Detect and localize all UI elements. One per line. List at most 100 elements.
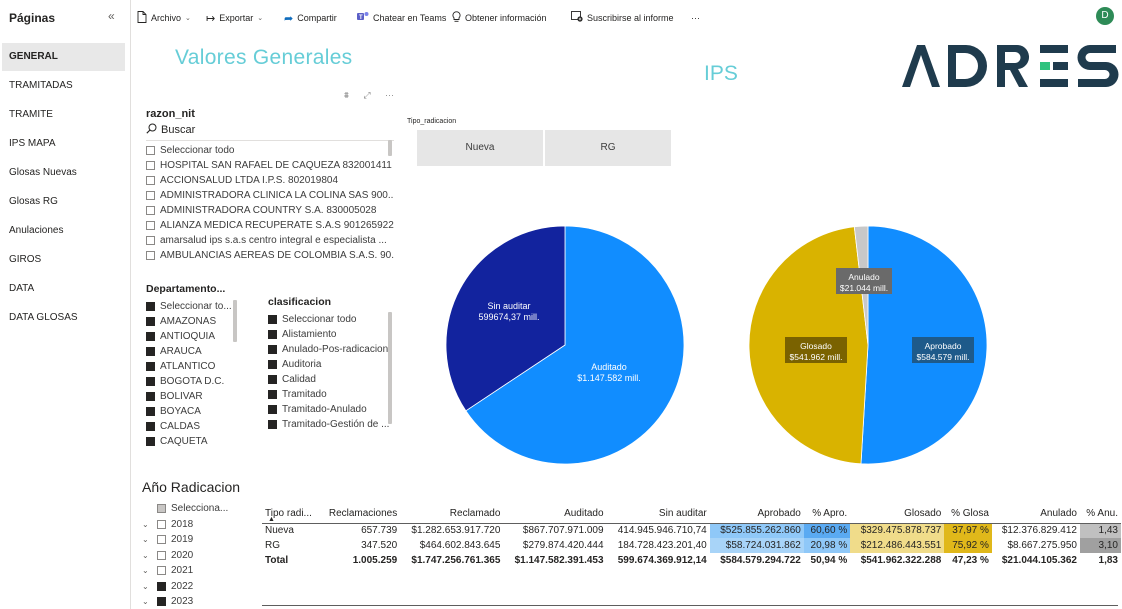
column-header[interactable]: Reclamado xyxy=(400,505,504,524)
chevron-down-icon[interactable]: ⌄ xyxy=(142,551,152,560)
page-tab-general[interactable]: GENERAL xyxy=(2,43,125,71)
checkbox[interactable] xyxy=(146,161,155,170)
checkbox[interactable] xyxy=(157,504,166,514)
suscribirse-button[interactable]: Suscribirse al informe xyxy=(571,10,674,26)
table-row[interactable]: RG 347.520 $464.602.843.645 $279.874.420.44… xyxy=(262,538,1121,553)
checkbox[interactable] xyxy=(146,407,155,416)
chevron-down-icon[interactable]: ⌄ xyxy=(142,597,152,606)
checkbox[interactable] xyxy=(146,236,155,245)
page-tab-tramite[interactable]: TRAMITE xyxy=(2,101,125,129)
chatear-teams-button[interactable]: T Chatear en Teams xyxy=(357,10,446,26)
checkbox[interactable] xyxy=(157,535,166,545)
page-tab-ips-mapa[interactable]: IPS MAPA xyxy=(2,130,125,158)
departamento-item[interactable]: CALDAS xyxy=(146,419,238,434)
clasificacion-item[interactable]: Seleccionar todo xyxy=(268,312,396,327)
depto-scrollbar[interactable] xyxy=(233,300,237,342)
clasificacion-item[interactable]: Auditoria xyxy=(268,357,396,372)
checkbox[interactable] xyxy=(268,390,277,399)
anio-item[interactable]: Selecciona... xyxy=(142,501,262,517)
razon-nit-item[interactable]: ALIANZA MEDICA RECUPERATE S.A.S 90126592… xyxy=(146,218,394,233)
checkbox[interactable] xyxy=(146,437,155,446)
departamento-item[interactable]: BOGOTA D.C. xyxy=(146,374,238,389)
page-tab-giros[interactable]: GIROS xyxy=(2,246,125,274)
exportar-menu[interactable]: ↦ Exportar ⌄ xyxy=(206,10,263,26)
razon-nit-item[interactable]: amarsalud ips s.a.s centro integral e es… xyxy=(146,233,394,248)
column-header[interactable]: % Apro. xyxy=(803,505,851,524)
clasificacion-item[interactable]: Tramitado-Anulado xyxy=(268,402,396,417)
column-header[interactable]: Anulado xyxy=(991,505,1080,524)
checkbox[interactable] xyxy=(268,345,277,354)
collapse-pane-icon[interactable]: « xyxy=(108,9,115,23)
checkbox[interactable] xyxy=(146,317,155,326)
checkbox[interactable] xyxy=(268,420,277,429)
table-total-row[interactable]: Total 1.005.259 $1.747.256.761.365 $1.147.5… xyxy=(262,553,1121,568)
filter-icon[interactable]: ⩩ xyxy=(344,90,355,100)
more-options-icon[interactable]: ··· xyxy=(691,10,700,26)
checkbox[interactable] xyxy=(146,146,155,155)
column-header[interactable]: Glosado xyxy=(850,505,945,524)
checkbox[interactable] xyxy=(146,347,155,356)
sort-ascending-icon[interactable]: ▲ xyxy=(268,516,275,523)
compartir-button[interactable]: ➦ Compartir xyxy=(284,10,337,26)
razon-nit-item[interactable]: HOSPITAL SAN RAFAEL DE CAQUEZA 832001411 xyxy=(146,158,394,173)
checkbox[interactable] xyxy=(146,221,155,230)
clasificacion-item[interactable]: Tramitado xyxy=(268,387,396,402)
archivo-menu[interactable]: Archivo ⌄ xyxy=(137,10,191,26)
table-row[interactable]: Nueva 657.739 $1.282.653.917.720 $867.707.9… xyxy=(262,522,1121,538)
tipo-button-rg[interactable]: RG xyxy=(545,130,671,166)
anio-item[interactable]: ⌄ 2018 xyxy=(142,517,262,533)
column-header[interactable]: Sin auditar xyxy=(606,505,710,524)
razon-nit-item[interactable]: AMBULANCIAS AEREAS DE COLOMBIA S.A.S. 90… xyxy=(146,248,394,263)
departamento-item[interactable]: Seleccionar to... xyxy=(146,299,238,314)
razon-nit-item[interactable]: ACCIONSALUD LTDA I.P.S. 802019804 xyxy=(146,173,394,188)
clasificacion-item[interactable]: Tramitado-Gestión de ... xyxy=(268,417,396,432)
clasificacion-item[interactable]: Calidad xyxy=(268,372,396,387)
user-avatar[interactable]: D xyxy=(1096,7,1114,25)
checkbox[interactable] xyxy=(157,519,166,529)
chevron-down-icon[interactable]: ⌄ xyxy=(142,520,152,529)
more-options-icon[interactable]: ··· xyxy=(385,90,394,100)
chevron-down-icon[interactable]: ⌄ xyxy=(142,566,152,575)
checkbox[interactable] xyxy=(268,330,277,339)
razon-nit-item[interactable]: ADMINISTRADORA CLINICA LA COLINA SAS 900… xyxy=(146,188,394,203)
page-tab-glosas-nuevas[interactable]: Glosas Nuevas xyxy=(2,159,125,187)
visual-header-icons[interactable]: ⩩ ⤢ ··· xyxy=(344,90,394,101)
razon-nit-item[interactable]: Seleccionar todo xyxy=(146,143,394,158)
chevron-down-icon[interactable]: ⌄ xyxy=(142,535,152,544)
page-tab-tramitadas[interactable]: TRAMITADAS xyxy=(2,72,125,100)
column-header[interactable]: Auditado xyxy=(503,505,607,524)
checkbox[interactable] xyxy=(268,360,277,369)
checkbox[interactable] xyxy=(146,332,155,341)
anio-item[interactable]: ⌄ 2019 xyxy=(142,532,262,548)
anio-item[interactable]: ⌄ 2020 xyxy=(142,548,262,564)
razon-nit-item[interactable]: AMBULANCIAS ASISTENCIA VITAL INTEGRAL DE… xyxy=(146,263,394,265)
checkbox[interactable] xyxy=(146,251,155,260)
checkbox[interactable] xyxy=(157,597,166,607)
clasificacion-item[interactable]: Anulado-Pos-radicacion xyxy=(268,342,396,357)
razon-nit-item[interactable]: ADMINISTRADORA COUNTRY S.A. 830005028 xyxy=(146,203,394,218)
slicer-search[interactable]: Buscar xyxy=(146,123,394,137)
checkbox[interactable] xyxy=(146,362,155,371)
page-tab-anulaciones[interactable]: Anulaciones xyxy=(2,217,125,245)
clasificacion-item[interactable]: Alistamiento xyxy=(268,327,396,342)
page-tab-data[interactable]: DATA xyxy=(2,275,125,303)
column-header[interactable]: % Glosa xyxy=(944,505,992,524)
departamento-item[interactable]: ARAUCA xyxy=(146,344,238,359)
page-tab-glosas-rg[interactable]: Glosas RG xyxy=(2,188,125,216)
column-header[interactable]: Aprobado xyxy=(709,505,804,524)
departamento-item[interactable]: ANTIOQUIA xyxy=(146,329,238,344)
checkbox[interactable] xyxy=(146,377,155,386)
column-header[interactable]: % Anu. xyxy=(1079,505,1121,524)
departamento-item[interactable]: BOYACA xyxy=(146,404,238,419)
focus-mode-icon[interactable]: ⤢ xyxy=(363,90,376,100)
anio-item[interactable]: ⌄ 2023 xyxy=(142,594,262,609)
departamento-item[interactable]: BOLIVAR xyxy=(146,389,238,404)
checkbox[interactable] xyxy=(146,392,155,401)
departamento-item[interactable]: ATLANTICO xyxy=(146,359,238,374)
checkbox[interactable] xyxy=(146,176,155,185)
checkbox[interactable] xyxy=(157,581,166,591)
departamento-item[interactable]: AMAZONAS xyxy=(146,314,238,329)
checkbox[interactable] xyxy=(157,566,166,576)
razon-scrollbar[interactable] xyxy=(388,140,392,156)
checkbox[interactable] xyxy=(268,375,277,384)
